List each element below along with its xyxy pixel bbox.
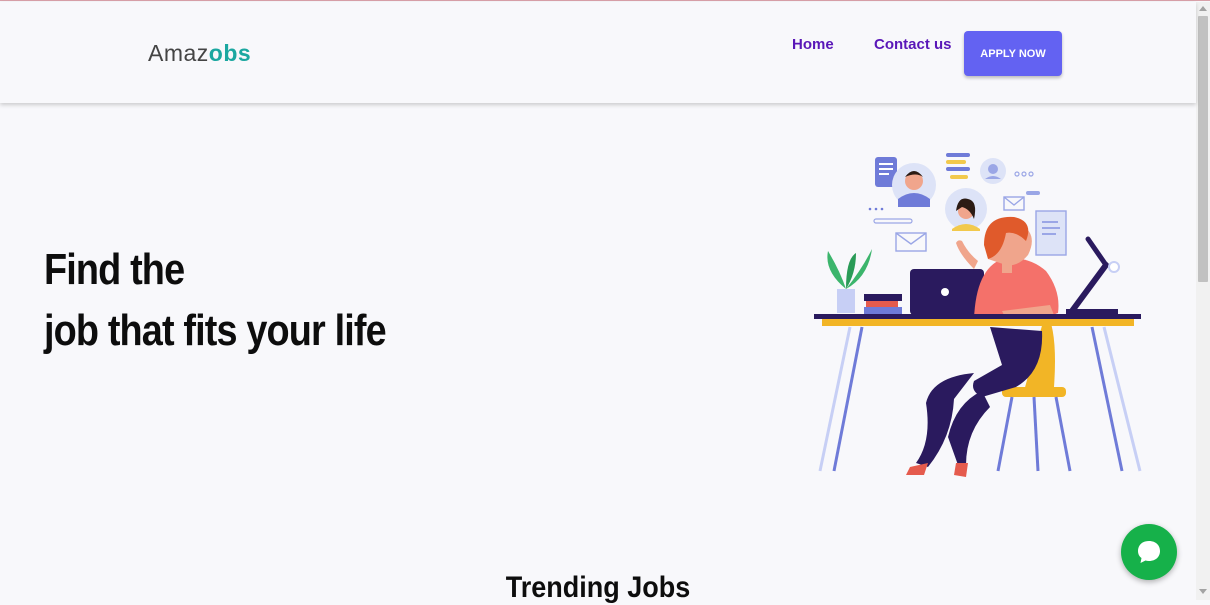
scroll-up-arrow-icon[interactable]	[1199, 6, 1207, 11]
trending-jobs-heading: Trending Jobs	[505, 571, 691, 604]
vertical-scrollbar[interactable]	[1196, 2, 1210, 600]
nav-contact-link[interactable]: Contact us	[874, 36, 952, 53]
chat-button[interactable]	[1121, 524, 1177, 580]
top-navbar: Amazobs Home Contact us APPLY NOW	[0, 2, 1196, 103]
scroll-down-arrow-icon[interactable]	[1199, 589, 1207, 594]
scrollbar-thumb[interactable]	[1198, 16, 1208, 282]
logo-text-part1: Amaz	[148, 40, 209, 66]
logo-text-part2: obs	[208, 40, 252, 66]
hero-title: Find the job that fits your life	[44, 239, 387, 361]
apply-now-button[interactable]: APPLY NOW	[964, 31, 1062, 76]
logo[interactable]: Amazobs	[148, 40, 251, 67]
woman-at-desk-illustration	[814, 153, 1142, 477]
hero-title-line2: job that fits your life	[44, 306, 387, 355]
nav-home-link[interactable]: Home	[792, 36, 834, 53]
chat-bubble-icon	[1138, 541, 1160, 563]
hero-title-line1: Find the	[44, 245, 185, 294]
